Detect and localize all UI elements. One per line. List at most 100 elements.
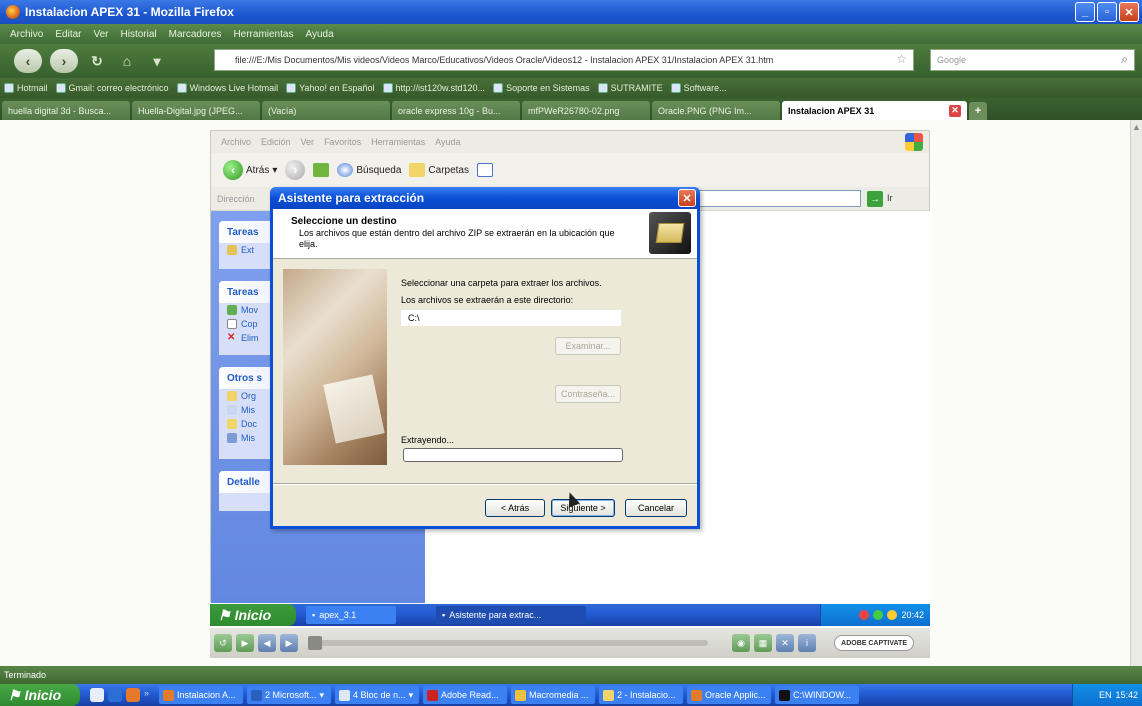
search-icon[interactable]: ⌕ [1121,52,1128,67]
explorer-back-button: ‹ Atrás ▾ [223,160,277,180]
extract-icon [227,245,237,255]
video-taskbar: ⚑ Inicio ▪ apex_3.1 ▪ Asistente para ext… [210,604,930,626]
directory-input[interactable]: C:\ [401,310,621,326]
menu-marcadores[interactable]: Marcadores [169,29,222,40]
page-scrollbar[interactable]: ▲ [1130,120,1142,666]
menu-historial[interactable]: Historial [121,29,157,40]
quick-launch-overflow-icon[interactable]: » [144,688,149,702]
new-tab-button[interactable]: + [969,102,987,120]
taskbar-item-notepad[interactable]: 4 Bloc de n... ▾ [335,686,420,704]
close-icon[interactable]: ✕ [678,189,696,207]
tab-instalacion-apex[interactable]: Instalacion APEX 31 ✕ [782,101,967,120]
volume-icon[interactable]: ◉ [732,634,750,652]
tab-huella-busca[interactable]: huella digital 3d - Busca... [2,101,130,120]
tray-icon [859,610,870,620]
menu-editar[interactable]: Editar [55,29,81,40]
adobe-reader-icon [427,689,439,701]
wizard-side-image [283,269,387,465]
desktop-icon[interactable] [90,688,104,702]
bookmark-item[interactable]: Yahoo! en Español [286,83,375,93]
extraction-progress-bar [403,448,623,462]
scroll-up-icon[interactable]: ▲ [1132,122,1141,132]
taskbar-item-microsoft[interactable]: 2 Microsoft... ▾ [247,686,332,704]
word-icon [251,689,263,701]
bookmark-item[interactable]: http://ist120w.std120... [382,83,485,93]
system-tray: EN 15:42 [1072,684,1142,706]
minimize-button[interactable]: _ [1075,2,1095,22]
firefox-icon [6,5,20,19]
firefox-title-bar: Instalacion APEX 31 - Mozilla Firefox _ … [0,0,1142,24]
gmail-icon [55,83,66,93]
copy-icon [227,319,237,329]
password-button[interactable]: Contraseña... [555,385,621,403]
previous-icon[interactable]: ◀ [258,634,276,652]
chevron-down-icon: ▾ [319,689,325,700]
taskbar-item-instalacion-folder[interactable]: 2 - Instalacio... [599,686,684,704]
bookmark-item[interactable]: Windows Live Hotmail [176,83,278,93]
bookmark-icon[interactable]: ▾ [146,49,168,73]
close-tab-icon[interactable]: ✕ [949,104,961,117]
exit-icon[interactable]: ✕ [776,634,794,652]
bookmark-item[interactable]: Hotmail [4,83,48,93]
folder-icon [603,689,615,701]
rewind-icon[interactable]: ↺ [214,634,232,652]
home-icon[interactable]: ⌂ [116,49,138,73]
bookmark-item[interactable]: Software... [670,83,727,93]
forward-arrow-icon[interactable]: › [50,49,78,73]
page-icon [597,83,608,93]
captivate-playbar: ↺ ▶ ◀ ▶ ◉ ▦ ✕ i ADOBE CAPTIVATE [210,628,930,658]
firefox-icon[interactable] [126,688,140,702]
menu-herramientas[interactable]: Herramientas [233,29,293,40]
reload-icon[interactable]: ↻ [86,49,108,73]
url-bar[interactable]: file:///E:/Mis Documentos/Mis videos/Vid… [214,49,914,71]
menu-ayuda[interactable]: Ayuda [305,29,333,40]
playback-progress-track[interactable] [308,636,708,650]
folder-icon [227,419,237,429]
close-button[interactable]: ✕ [1119,2,1139,22]
forward-arrow-icon: › [285,160,306,180]
tab-vacia[interactable]: (Vacía) [262,101,390,120]
taskbar-item-macromedia[interactable]: Macromedia ... [511,686,596,704]
next-icon[interactable]: ▶ [280,634,298,652]
video-task-apex: ▪ apex_3.1 [306,606,396,624]
menu-ver[interactable]: Ver [93,29,108,40]
clock: 15:42 [1115,690,1138,700]
windows-flag-icon: ⚑ [218,606,231,623]
documents-icon [227,405,237,415]
tab-oracle-png[interactable]: Oracle.PNG (PNG Im... [652,101,780,120]
playback-thumb[interactable] [308,636,322,650]
browser-icon[interactable] [108,688,122,702]
taskbar-item-instalacion[interactable]: Instalacion A... [159,686,244,704]
window-title: Instalacion APEX 31 - Mozilla Firefox [25,5,234,19]
tab-oracle-express[interactable]: oracle express 10g - Bu... [392,101,520,120]
tab-huella-jpg[interactable]: Huella-Digital.jpg (JPEG... [132,101,260,120]
taskbar-item-oracle[interactable]: Oracle Applic... [687,686,772,704]
bookmark-item[interactable]: Soporte en Sistemas [493,83,590,93]
search-input[interactable]: Google ⌕ [930,49,1135,71]
bookmark-item[interactable]: Gmail: correo electrónico [55,83,169,93]
status-text: Terminado [4,670,47,680]
maximize-button[interactable]: ▫ [1097,2,1117,22]
tab-bar: huella digital 3d - Busca... Huella-Digi… [0,98,1142,120]
captivate-logo: ADOBE CAPTIVATE [834,635,914,651]
back-arrow-icon: ‹ [223,160,243,180]
cancel-button[interactable]: Cancelar [625,499,687,517]
star-icon[interactable]: ☆ [896,52,907,66]
tab-png-image[interactable]: mfPWeR26780-02.png [522,101,650,120]
back-button[interactable]: < Atrás [485,499,545,517]
step-subtitle: Los archivos que están dentro del archiv… [299,228,615,249]
start-button[interactable]: ⚑ Inicio [0,684,80,706]
next-button[interactable]: Siguiente > [551,499,615,517]
play-icon[interactable]: ▶ [236,634,254,652]
browse-button[interactable]: Examinar... [555,337,621,355]
taskbar-item-cmd[interactable]: C:\WINDOW... [775,686,860,704]
language-indicator[interactable]: EN [1099,690,1112,700]
back-arrow-icon[interactable]: ‹ [14,49,42,73]
bookmark-item[interactable]: SUTRAMITE [597,83,663,93]
cc-icon[interactable]: ▦ [754,634,772,652]
taskbar-item-adobe-reader[interactable]: Adobe Read... [423,686,508,704]
info-icon[interactable]: i [798,634,816,652]
url-text: file:///E:/Mis Documentos/Mis videos/Vid… [235,55,774,65]
network-icon [227,433,237,443]
menu-archivo[interactable]: Archivo [10,29,43,40]
